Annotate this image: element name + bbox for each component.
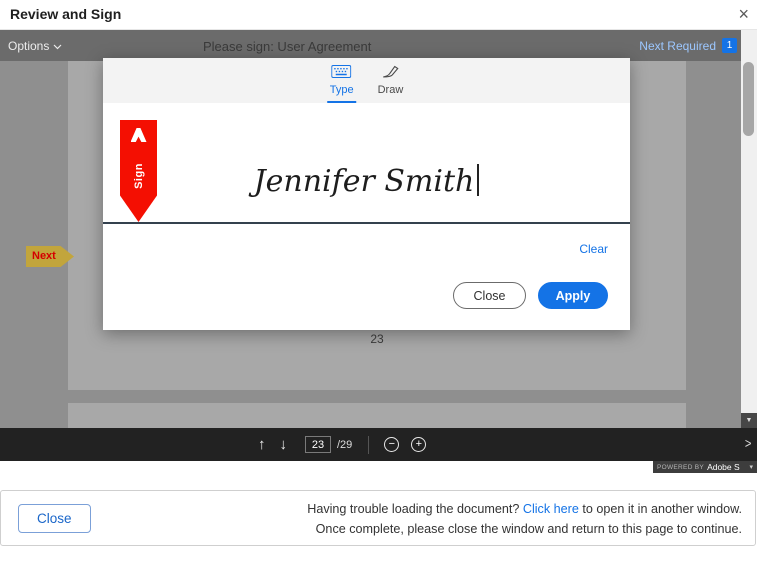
text-cursor (477, 164, 479, 196)
keyboard-icon (332, 65, 352, 81)
next-required-button[interactable]: Next Required 1 (639, 38, 737, 53)
document-page-next (68, 403, 686, 428)
signature-dialog: Type Draw Sign Jennifer Smith Clear Clos… (103, 58, 630, 330)
zoom-out-icon[interactable]: − (384, 437, 399, 452)
page-number-input[interactable]: 23 (305, 436, 331, 453)
scrollbar-down-icon[interactable]: ▼ (741, 413, 757, 428)
vertical-scrollbar[interactable]: ▼ (741, 30, 757, 428)
powered-by-label: POWERED BY (657, 464, 704, 471)
document-title: Please sign: User Agreement (203, 39, 371, 54)
pen-icon (382, 65, 399, 81)
tab-draw[interactable]: Draw (375, 58, 407, 103)
scrollbar-thumb[interactable] (743, 62, 754, 136)
page-total-label: /29 (337, 439, 352, 451)
window-title: Review and Sign (10, 6, 121, 22)
signature-baseline (103, 222, 630, 224)
next-field-tag-label: Next (26, 246, 74, 267)
signature-dialog-buttons: Close Apply (453, 282, 608, 309)
page-up-icon[interactable]: ↑ (258, 436, 266, 453)
powered-by-brand: Adobe S (707, 462, 740, 472)
zoom-in-icon[interactable]: + (411, 437, 426, 452)
caret-down-icon[interactable]: ▾ (749, 463, 753, 471)
footer-help-text: Having trouble loading the document? Cli… (307, 500, 742, 539)
powered-by-strip: POWERED BY Adobe S ▾ (653, 461, 757, 473)
page-down-icon[interactable]: ↓ (280, 436, 288, 453)
footer-help-line1: Having trouble loading the document? Cli… (307, 500, 742, 520)
next-field-tag[interactable]: Next (26, 246, 74, 267)
footer-close-button[interactable]: Close (18, 504, 91, 533)
viewer-toolbar: ↑ ↓ 23 /29 − + > (0, 428, 757, 461)
viewer-toolbar-controls: ↑ ↓ 23 /29 − + (258, 428, 426, 461)
toolbar-divider (368, 436, 369, 454)
options-menu[interactable]: Options (8, 39, 62, 53)
signature-apply-button[interactable]: Apply (538, 282, 608, 309)
tab-type-label: Type (330, 84, 354, 96)
options-label: Options (8, 39, 49, 53)
clear-link[interactable]: Clear (579, 242, 608, 256)
sign-toolbar: Options Please sign: User Agreement Next… (0, 30, 741, 61)
page-number-label: 23 (68, 332, 686, 346)
footer-help-line2: Once complete, please close the window a… (307, 520, 742, 540)
chevron-right-icon[interactable]: > (745, 435, 752, 451)
chevron-down-icon (53, 39, 62, 53)
footer-help-line1-after: to open it in another window. (582, 502, 742, 516)
next-required-label: Next Required (639, 39, 716, 53)
tab-type[interactable]: Type (327, 58, 357, 103)
adobe-logo-icon (131, 128, 147, 142)
close-icon[interactable]: × (738, 3, 749, 25)
tab-draw-label: Draw (378, 84, 404, 96)
signature-text: Jennifer Smith (254, 164, 475, 199)
click-here-link[interactable]: Click here (523, 502, 579, 516)
signature-input-area[interactable]: Jennifer Smith (103, 164, 630, 199)
next-required-count-badge: 1 (722, 38, 737, 53)
signature-dialog-header: Type Draw (103, 58, 630, 103)
footer-help-line1-before: Having trouble loading the document? (307, 502, 519, 516)
signature-close-button[interactable]: Close (453, 282, 526, 309)
window-titlebar: Review and Sign × (0, 0, 757, 30)
signature-tabs: Type Draw (327, 58, 407, 103)
footer-bar: Close Having trouble loading the documen… (0, 490, 756, 546)
